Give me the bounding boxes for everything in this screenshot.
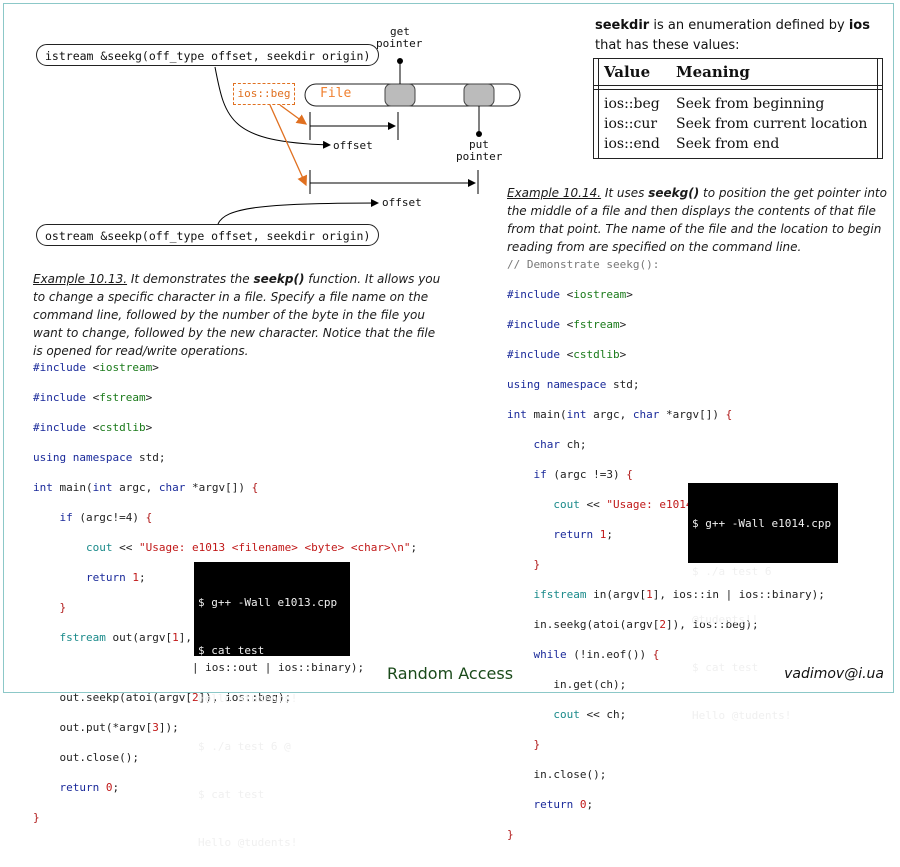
row-value: ios::end (604, 136, 660, 152)
terminal-line: Hello @tudents! (198, 836, 298, 849)
seekdir-table: Value Meaning ios::beg Seek from beginni… (593, 58, 883, 159)
get-pointer-block (384, 83, 416, 107)
offset-label-2: offset (382, 196, 422, 209)
seekp-fn: seekp() (253, 272, 305, 286)
seekdir-table-header: Value Meaning (594, 59, 882, 86)
offset-label-1: offset (333, 139, 373, 152)
example13-title: Example 10.13. (33, 272, 128, 286)
table-row: ios::beg Seek from beginning (594, 94, 882, 114)
seekdir-term: seekdir (595, 18, 650, 33)
put-pointer-label-2: pointer (456, 150, 503, 163)
seekdir-intro-end: that has these values: (595, 38, 740, 53)
example13-description: Example 10.13. It demonstrates the seekp… (33, 272, 441, 358)
terminal-line: $ cat test (198, 644, 265, 657)
terminal-line: $ g++ -Wall e1014.cpp (692, 517, 832, 530)
table-row: ios::cur Seek from current location (594, 114, 882, 134)
terminal-line: Hello @tudents! (692, 709, 792, 722)
terminal-line: Hello Students! (198, 692, 298, 705)
put-pointer-block (463, 83, 495, 107)
seekdir-intro: seekdir is an enumeration defined by ios… (595, 16, 885, 56)
row-value: ios::cur (604, 116, 658, 132)
terminal-line: $ ./a test 6 @ (198, 740, 291, 753)
istream-seekg-signature: istream &seekg(off_type offset, seekdir … (36, 44, 380, 66)
terminal-line: $ cat test (198, 788, 265, 801)
example14-terminal: $ g++ -Wall e1014.cpp $ ./a test 6 @tude… (688, 483, 838, 722)
example14-title: Example 10.14. (507, 186, 602, 200)
row-value: ios::beg (604, 96, 660, 112)
get-pointer-label-2: pointer (376, 37, 423, 50)
ios-term: ios (848, 18, 870, 33)
file-label: File (320, 86, 352, 101)
table-row: ios::end Seek from end (594, 134, 882, 154)
row-meaning: Seek from current location (676, 116, 868, 132)
header-value: Value (604, 63, 651, 81)
author-email: vadimov@i.ua (784, 666, 884, 682)
slide-title: Random Access (386, 664, 514, 683)
row-meaning: Seek from end (676, 136, 780, 152)
ostream-seekp-signature: ostream &seekp(off_type offset, seekdir … (36, 224, 380, 246)
seekg-fn: seekg() (648, 186, 700, 200)
example14-description: Example 10.14. It uses seekg() to positi… (507, 186, 887, 254)
example13-terminal: $ g++ -Wall e1013.cpp $ cat test Hello S… (194, 562, 350, 849)
terminal-line: $ g++ -Wall e1013.cpp (198, 596, 338, 609)
seekdir-intro-mid: is an enumeration defined by (649, 18, 849, 33)
terminal-line: $ ./a test 6 (692, 565, 772, 578)
terminal-line: @tudents!! (692, 613, 759, 626)
ios-beg-box: ios::beg (233, 83, 295, 105)
row-meaning: Seek from beginning (676, 96, 825, 112)
header-meaning: Meaning (676, 63, 750, 81)
seek-diagram (214, 58, 521, 225)
